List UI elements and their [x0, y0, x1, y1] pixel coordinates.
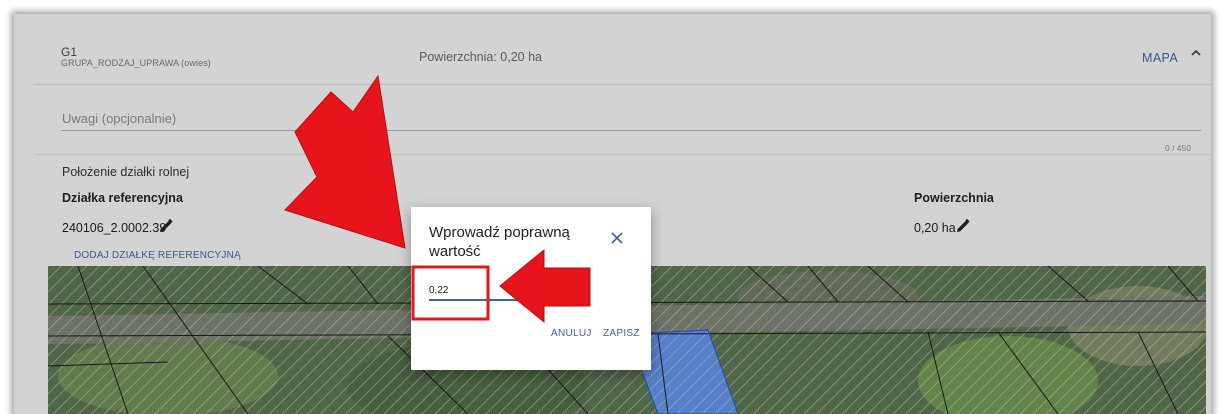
value-input[interactable]	[429, 282, 579, 298]
value-input-underline	[429, 299, 579, 301]
reference-column-header: Działka referencyjna	[62, 191, 183, 205]
crop-group-card: G1 GRUPA_RODZAJ_UPRAWA (owies) Powierzch…	[14, 14, 1211, 414]
remarks-counter: 0 / 450	[1165, 143, 1191, 153]
group-code: G1	[61, 45, 78, 59]
screenshot-frame: G1 GRUPA_RODZAJ_UPRAWA (owies) Powierzch…	[14, 14, 1211, 414]
header-divider	[34, 84, 1211, 85]
close-icon[interactable]	[611, 228, 623, 249]
section-divider	[34, 154, 1211, 155]
group-subtitle: GRUPA_RODZAJ_UPRAWA (owies)	[61, 58, 211, 68]
remarks-input[interactable]: Uwagi (opcjonalnie)	[62, 111, 176, 126]
pencil-icon[interactable]	[159, 218, 173, 233]
map-button[interactable]: MAPA	[1142, 51, 1178, 65]
reference-parcel-value: 240106_2.0002.39	[62, 221, 167, 235]
location-title: Położenie działki rolnej	[62, 165, 190, 179]
pencil-icon[interactable]	[956, 218, 970, 233]
area-column-header: Powierzchnia	[914, 191, 994, 205]
remarks-underline	[61, 130, 1201, 131]
add-reference-parcel-button[interactable]: DODAJ DZIAŁKĘ REFERENCYJNĄ	[74, 250, 241, 261]
save-button[interactable]: ZAPISZ	[603, 328, 640, 339]
group-area: Powierzchnia: 0,20 ha	[419, 50, 542, 64]
area-value: 0,20 ha	[914, 221, 956, 235]
dialog-title: Wprowadź poprawną wartość	[429, 224, 570, 260]
chevron-up-icon[interactable]	[1190, 47, 1202, 62]
correct-value-dialog: Wprowadź poprawną wartość ANULUJ ZAPISZ	[411, 207, 651, 370]
cancel-button[interactable]: ANULUJ	[551, 328, 592, 339]
